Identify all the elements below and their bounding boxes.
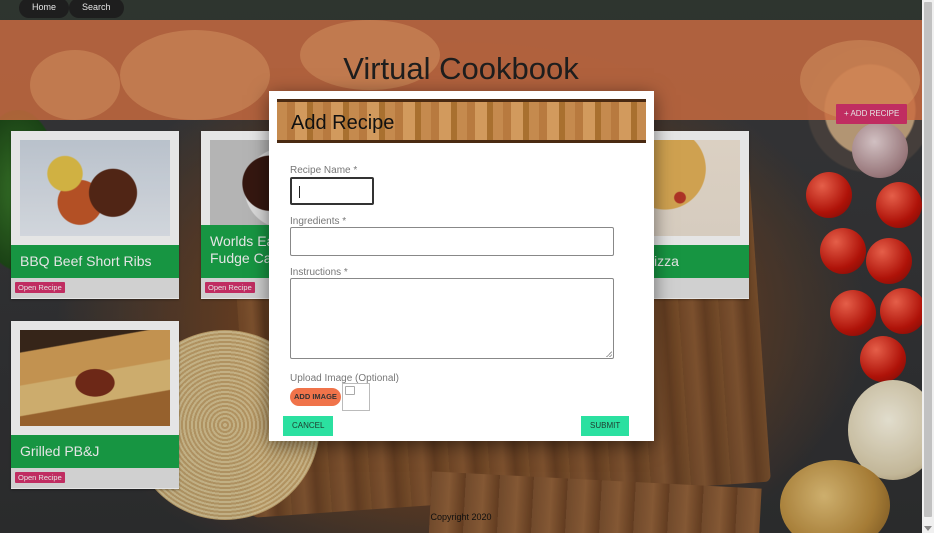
- add-recipe-modal: Add Recipe Recipe Name * Ingredients * I…: [269, 91, 654, 441]
- scrollbar-thumb[interactable]: [924, 2, 932, 517]
- modal-title: Add Recipe: [291, 112, 395, 134]
- ingredients-input[interactable]: [290, 227, 614, 256]
- resize-handle-icon[interactable]: [606, 351, 612, 357]
- cancel-button[interactable]: CANCEL: [283, 416, 334, 436]
- modal-header: Add Recipe: [277, 99, 646, 143]
- text-caret: [299, 186, 300, 198]
- broken-image-icon: [342, 383, 370, 411]
- instructions-label: Instructions *: [290, 267, 348, 278]
- instructions-textarea[interactable]: [290, 278, 614, 359]
- submit-button[interactable]: SUBMIT: [581, 416, 630, 436]
- recipe-name-input[interactable]: [290, 177, 374, 205]
- ingredients-label: Ingredients *: [290, 216, 347, 227]
- recipe-name-label: Recipe Name *: [290, 165, 358, 176]
- add-image-button[interactable]: ADD IMAGE: [290, 388, 341, 406]
- page-scrollbar[interactable]: [922, 0, 934, 533]
- scroll-down-arrow-icon[interactable]: [924, 526, 932, 531]
